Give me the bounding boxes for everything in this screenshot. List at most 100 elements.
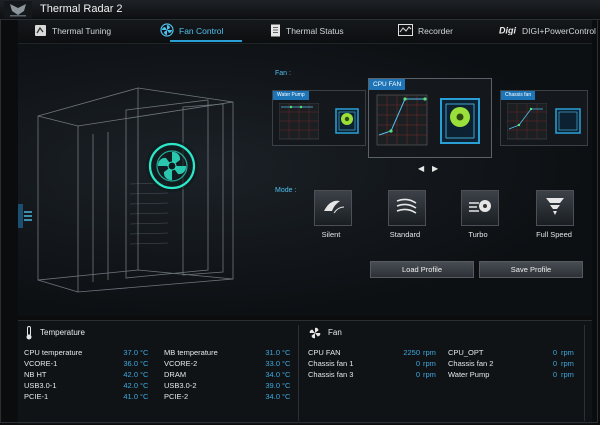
silent-mode-icon: [320, 195, 346, 222]
pc-case-illustration: [37, 87, 234, 293]
save-profile-button[interactable]: Save Profile: [479, 261, 583, 278]
tab-fan-control-label: Fan Control: [179, 26, 224, 36]
fan-card-title: Chassis fan: [501, 91, 536, 100]
fan-panel-title: Fan: [328, 328, 342, 337]
fan-label: CPU_OPT: [448, 348, 484, 357]
tab-fan-control[interactable]: Fan Control: [160, 22, 223, 40]
fan-card-cpu-fan[interactable]: CPU FAN: [368, 78, 492, 158]
temp-unit: °C: [140, 359, 149, 368]
thermal-tuning-icon: [34, 24, 47, 39]
active-tab-underline: [170, 40, 242, 42]
fan-card-chassis-fan[interactable]: Chassis fan: [500, 90, 588, 146]
standard-mode-icon: [394, 195, 420, 222]
tab-digi-power-control-label: DIGI+PowerControl: [522, 26, 596, 36]
tab-thermal-tuning-label: Thermal Tuning: [52, 26, 112, 36]
fan-value: 0: [552, 359, 557, 368]
temp-unit: °C: [282, 370, 291, 379]
fan-card-title: Water Pump: [273, 91, 309, 100]
tab-recorder-label: Recorder: [418, 26, 453, 36]
app-title: Thermal Radar 2: [40, 3, 123, 15]
temp-label: NB HT: [24, 370, 47, 379]
fan-icon: [160, 23, 174, 39]
temp-unit: °C: [282, 348, 291, 357]
temp-value: 42.0: [123, 381, 138, 390]
mode-full-speed-button[interactable]: [536, 190, 574, 226]
fan-card-water-pump[interactable]: Water Pump: [272, 90, 366, 146]
fan-unit: rpm: [423, 359, 436, 368]
recorder-icon: [398, 24, 413, 38]
fan-cube-icon: [440, 98, 480, 144]
tab-thermal-status-label: Thermal Status: [286, 26, 344, 36]
temp-label: PCIE-1: [24, 392, 49, 401]
temp-label: VCORE-2: [164, 359, 198, 368]
temp-unit: °C: [282, 392, 291, 401]
mode-silent-label: Silent: [321, 230, 341, 239]
temp-unit: °C: [140, 348, 149, 357]
temp-label: USB3.0-2: [164, 381, 197, 390]
temp-label: USB3.0-1: [24, 381, 57, 390]
temp-value: 36.0: [123, 359, 138, 368]
tab-recorder[interactable]: Recorder: [398, 22, 453, 40]
title-bar: Thermal Radar 2: [0, 0, 600, 20]
fan-cube-icon: [555, 108, 581, 134]
status-panel: Temperature CPU temperature 37.0 °C VCOR…: [18, 320, 592, 424]
fan-curve-graph: [507, 103, 547, 140]
temp-unit: °C: [140, 381, 149, 390]
fan-label: Chassis fan 3: [308, 370, 354, 379]
tuf-logo: [4, 1, 32, 18]
temp-value: 34.0: [265, 370, 280, 379]
temp-value: 31.0: [265, 348, 280, 357]
digi-icon: Digi: [499, 25, 517, 37]
fan-value: 0: [552, 348, 557, 357]
tab-thermal-status[interactable]: Thermal Status: [270, 22, 344, 40]
fan-unit: rpm: [423, 348, 436, 357]
load-profile-button[interactable]: Load Profile: [370, 261, 474, 278]
mode-standard-button[interactable]: [388, 190, 426, 226]
prev-arrow-icon[interactable]: ◀: [418, 164, 424, 173]
temp-unit: °C: [282, 359, 291, 368]
document-icon: [270, 24, 281, 39]
mode-silent-button[interactable]: [314, 190, 352, 226]
mode-section-label: Mode :: [275, 187, 297, 194]
fan-unit: rpm: [561, 348, 574, 357]
tab-thermal-tuning[interactable]: Thermal Tuning: [34, 22, 111, 40]
fan-label: CPU FAN: [308, 348, 341, 357]
mode-turbo-label: Turbo: [468, 230, 488, 239]
fan-label: Water Pump: [448, 370, 490, 379]
fan-value: 0: [552, 370, 557, 379]
svg-text:Digi: Digi: [499, 26, 516, 36]
fan-value: 0: [415, 359, 420, 368]
temp-unit: °C: [140, 370, 149, 379]
fan-curve-graph: [279, 103, 319, 140]
temp-value: 41.0: [123, 392, 138, 401]
tab-bar: Thermal Tuning Fan Control Thermal Statu…: [18, 19, 596, 44]
temp-value: 37.0: [123, 348, 138, 357]
panel-divider: [298, 325, 299, 421]
fan-unit: rpm: [423, 370, 436, 379]
temperature-panel-title: Temperature: [40, 328, 85, 337]
fan-unit: rpm: [561, 370, 574, 379]
temp-value: 39.0: [265, 381, 280, 390]
temp-label: CPU temperature: [24, 348, 83, 357]
temp-value: 34.0: [265, 392, 280, 401]
tab-digi-power-control[interactable]: Digi DIGI+PowerControl: [499, 22, 596, 40]
fan-unit: rpm: [561, 359, 574, 368]
fan-icon: [309, 326, 321, 344]
fan-curve-graph: [376, 94, 428, 146]
mode-turbo-button[interactable]: [461, 190, 499, 226]
temp-label: DRAM: [164, 370, 187, 379]
side-panel-toggle-icon[interactable]: [18, 204, 34, 228]
temp-label: VCORE-1: [24, 359, 58, 368]
temp-label: MB temperature: [164, 348, 218, 357]
thermometer-icon: [24, 326, 34, 345]
temp-unit: °C: [282, 381, 291, 390]
fan-card-title: CPU FAN: [369, 79, 406, 90]
fan-value: 0: [415, 370, 420, 379]
next-arrow-icon[interactable]: ▶: [432, 164, 438, 173]
fan-cube-icon: [335, 108, 359, 134]
fan-value: 2250: [403, 348, 420, 357]
temp-unit: °C: [140, 392, 149, 401]
case-fan-highlight: [146, 140, 198, 192]
temp-label: PCIE-2: [164, 392, 189, 401]
mode-standard-label: Standard: [389, 230, 421, 239]
